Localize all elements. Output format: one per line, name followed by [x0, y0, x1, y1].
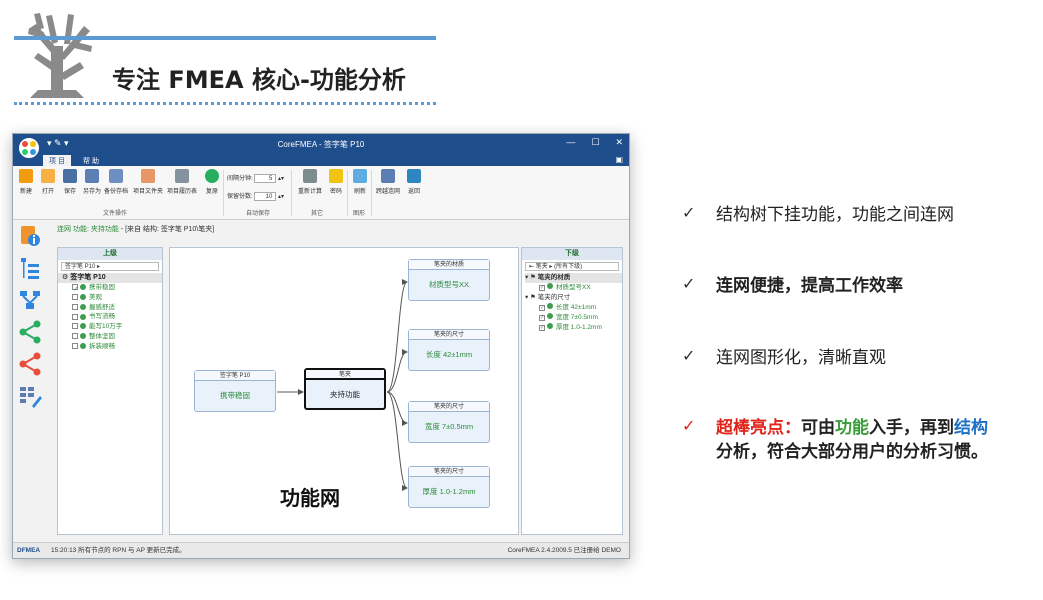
backup-button[interactable]: 备份存档: [104, 169, 128, 195]
tree-group[interactable]: ▾ ⚑ 笔夹的材质: [525, 273, 622, 283]
list-item[interactable]: 拆装顺畅: [72, 342, 162, 352]
maximize-button[interactable]: ☐: [591, 137, 599, 148]
group-file-ops: 文件操作: [103, 211, 128, 217]
lower-item-tree: ▾ ⚑ 笔夹的材质 ✓ 材质型号XX ▾ ⚑ 笔夹的尺寸 ✓ 长度 42±1mm ✓…: [522, 273, 622, 333]
keep-count-input[interactable]: 10: [254, 191, 277, 201]
group-autosave: 自动保存: [246, 211, 271, 217]
title-bar: ▾ ✎ ▾ CoreFMEA - 签字笔 P10 — ☐ ✕: [13, 134, 629, 160]
list-item[interactable]: 美观: [72, 293, 162, 303]
cross-network-button[interactable]: 跨越连网: [376, 169, 400, 195]
new-file-icon: [19, 169, 33, 183]
network-icon: [381, 169, 395, 183]
tree-group[interactable]: ▾ ⚑ 笔夹的尺寸: [525, 293, 622, 303]
list-item[interactable]: ✓ 宽度 7±0.5mm: [525, 313, 622, 323]
failure-network-icon[interactable]: [18, 352, 42, 376]
slide: 专注 FMEA 核心-功能分析 ▾ ✎ ▾ CoreFMEA - 签字笔 P10…: [0, 0, 1043, 600]
upper-level-panel: 上级 签字笔 P10 ▸ ⚙ 签字笔 P10 ✓ 携带稳固 美观 握感舒适 书写流…: [57, 247, 163, 535]
upper-function-list: ✓ 携带稳固 美观 握感舒适 书写流畅 能写10万字 整体坚固 拆装顺畅: [58, 283, 162, 352]
check-icon: ✓: [682, 203, 696, 222]
list-item[interactable]: ✓ 材质型号XX: [525, 283, 622, 293]
project-history-button[interactable]: 项目履历表: [167, 169, 197, 195]
fmea-mode: DFMEA: [17, 547, 41, 554]
upper-root-node[interactable]: ⚙ 签字笔 P10: [58, 273, 162, 283]
back-button[interactable]: 返回: [405, 169, 423, 195]
save-icon: [63, 169, 77, 183]
corefmea-window: ▾ ✎ ▾ CoreFMEA - 签字笔 P10 — ☐ ✕ 项 目 帮 助 ▣…: [12, 133, 630, 559]
folder-open-icon: [41, 169, 55, 183]
ribbon-pin-icon[interactable]: ▣: [615, 155, 623, 164]
interval-input[interactable]: 5: [254, 173, 277, 183]
autosave-keep[interactable]: 保留份数: 10 ▴▾: [227, 191, 284, 201]
list-item[interactable]: 握感舒适: [72, 303, 162, 313]
close-button[interactable]: ✕: [615, 137, 623, 148]
autosave-interval[interactable]: 间隔分钟: 5 ▴▾: [227, 173, 284, 183]
version-info: CoreFMEA 2.4.2009.5 已注册给 DEMO: [507, 547, 621, 554]
header-rule: [14, 36, 436, 40]
network-node-lower[interactable]: 笔夹的尺寸 厚度 1.0-1.2mm: [408, 466, 490, 508]
status-bar: DFMEA 15:20:13 所有节点的 RPN 与 AP 更新已完成。 Cor…: [13, 542, 629, 558]
project-folder-icon: [141, 169, 155, 183]
app-logo-icon[interactable]: [17, 136, 41, 160]
list-item[interactable]: 能写10万字: [72, 322, 162, 332]
slide-title: 专注 FMEA 核心-功能分析: [112, 66, 406, 94]
project-info-icon[interactable]: [18, 224, 42, 248]
refresh-icon: [353, 169, 367, 183]
window-title: CoreFMEA - 签字笔 P10: [277, 140, 365, 149]
group-graphics: 图形: [353, 211, 366, 217]
back-arrow-icon: [407, 169, 421, 183]
recalculate-button[interactable]: 重新计算: [298, 169, 322, 195]
upper-level-select[interactable]: 签字笔 P10 ▸: [61, 262, 159, 271]
network-label: 功能网: [280, 486, 340, 510]
password-button[interactable]: 密码: [327, 169, 345, 195]
lower-level-select[interactable]: ⇤ 笔夹 ▸ (所有下级): [525, 262, 619, 271]
structure-tree-icon[interactable]: [18, 256, 42, 280]
save-as-icon: [85, 169, 99, 183]
breadcrumb: 连网 功能: 夹持功能 - [来自 结构: 签字笔 P10\笔夹]: [57, 226, 215, 233]
network-node-lower[interactable]: 笔夹的尺寸 宽度 7±0.5mm: [408, 401, 490, 443]
project-folder-button[interactable]: 项目文件夹: [133, 169, 163, 195]
lower-panel-header: 下级: [522, 248, 622, 260]
group-other: 其它: [311, 211, 324, 217]
refresh-button[interactable]: 刷新: [351, 169, 369, 195]
check-icon: ✓: [682, 274, 696, 293]
header-dotted-rule: [14, 102, 436, 105]
function-network-icon[interactable]: [18, 320, 42, 344]
list-item[interactable]: ✓ 厚度 1.0-1.2mm: [525, 323, 622, 333]
restore-icon: [205, 169, 219, 183]
check-icon: ✓: [682, 346, 696, 365]
status-message: 15:20:13 所有节点的 RPN 与 AP 更新已完成。: [51, 547, 186, 554]
tree-logo-icon: [28, 13, 92, 98]
restore-button[interactable]: 复原: [203, 169, 221, 195]
form-edit-icon[interactable]: [18, 384, 42, 408]
minimize-button[interactable]: —: [566, 137, 575, 148]
key-icon: [329, 169, 343, 183]
backup-icon: [109, 169, 123, 183]
list-item[interactable]: ✓ 携带稳固: [72, 283, 162, 293]
left-toolbar: [13, 220, 47, 540]
check-icon: ✓: [682, 416, 696, 435]
save-as-button[interactable]: 另存为: [83, 169, 101, 195]
history-icon: [175, 169, 189, 183]
network-node-lower[interactable]: 笔夹的材质 材质型号XX: [408, 259, 490, 301]
function-tree-icon[interactable]: [18, 288, 42, 312]
function-network-canvas[interactable]: 签字笔 P10 携带稳固 笔夹 夹持功能 笔夹的材质 材质型号XX 笔夹的尺寸 …: [169, 247, 519, 535]
network-node-center[interactable]: 笔夹 夹持功能: [304, 368, 386, 410]
menu-bar: 项 目 帮 助 ▣: [13, 154, 629, 167]
list-item[interactable]: 书写流畅: [72, 312, 162, 322]
lower-level-panel: 下级 ⇤ 笔夹 ▸ (所有下级) ▾ ⚑ 笔夹的材质 ✓ 材质型号XX ▾ ⚑ 笔…: [521, 247, 623, 535]
calculator-icon: [303, 169, 317, 183]
ribbon: 新建 打开 保存 另存为 备份存档 项目文件夹 项目履历表 复原 文件操作 间隔…: [13, 166, 629, 220]
network-node-lower[interactable]: 笔夹的尺寸 长度 42±1mm: [408, 329, 490, 371]
list-item[interactable]: 整体坚固: [72, 332, 162, 342]
list-item[interactable]: ✓ 长度 42±1mm: [525, 303, 622, 313]
network-node-upper[interactable]: 签字笔 P10 携带稳固: [194, 370, 276, 412]
upper-panel-header: 上级: [58, 248, 162, 260]
